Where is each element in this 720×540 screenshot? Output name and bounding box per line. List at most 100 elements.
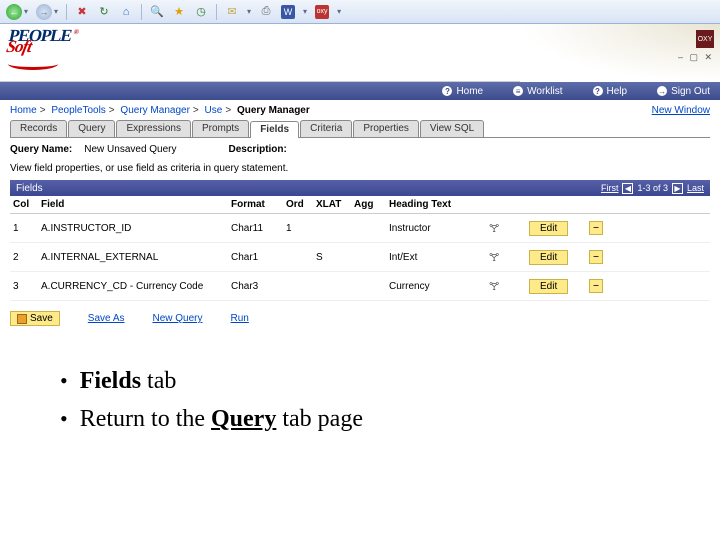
run-link[interactable]: Run	[231, 313, 249, 324]
word-icon[interactable]: W	[281, 5, 295, 19]
bullet-dot-icon	[60, 400, 68, 438]
bullet-dot-icon	[60, 362, 68, 400]
grid-nav-first[interactable]: First	[601, 183, 619, 193]
top-nav: ?Home ≡ Worklist ? Help →Sign Out	[0, 82, 720, 100]
grid-nav-range: 1-3 of 3	[637, 183, 668, 193]
refresh-icon[interactable]: ↻	[97, 5, 111, 19]
tab-prompts[interactable]: Prompts	[192, 120, 249, 137]
col-head-ord: Ord	[283, 199, 313, 210]
edit-button[interactable]: Edit	[529, 250, 568, 265]
grid-nav-last[interactable]: Last	[687, 183, 704, 193]
oxy-badge: OXY	[696, 30, 714, 48]
nav-label: Sign Out	[671, 86, 710, 97]
nav-home[interactable]: ?Home	[442, 86, 483, 97]
action-row: Save Save As New Query Run	[10, 301, 710, 336]
nav-label: Worklist	[527, 86, 562, 97]
help-icon: ?	[593, 86, 603, 96]
grid-nav-next[interactable]: ▶	[672, 183, 683, 194]
registered-icon: ®	[73, 30, 78, 35]
table-row: 1 A.INSTRUCTOR_ID Char11 1 Instructor 🝖 …	[10, 214, 710, 243]
cell-heading: Instructor	[386, 223, 486, 234]
crumb-home[interactable]: Home	[10, 105, 37, 116]
stop-icon[interactable]: ✖	[75, 5, 89, 19]
crumb-querymanager[interactable]: Query Manager	[120, 105, 189, 116]
tab-properties[interactable]: Properties	[353, 120, 419, 137]
search-icon[interactable]: 🔍	[150, 5, 164, 19]
col-head-heading: Heading Text	[386, 199, 486, 210]
branding-header: PEOPLE Soft® OXY – ▢ ✕	[0, 24, 720, 82]
cell-field: A.INSTRUCTOR_ID	[38, 223, 228, 234]
table-row: 3 A.CURRENCY_CD - Currency Code Char3 Cu…	[10, 272, 710, 301]
home-nav-icon: ?	[442, 86, 452, 96]
tab-expressions[interactable]: Expressions	[116, 120, 190, 137]
browser-toolbar: ←▾ →▾ ✖ ↻ ⌂ 🔍 ★ ◷ ✉ ▾ ⎙ W ▾ oxy ▾	[0, 0, 720, 24]
bullet-text: tab page	[276, 406, 363, 432]
criteria-funnel-icon[interactable]: 🝖	[489, 223, 499, 235]
grid-header: Col Field Format Ord XLAT Agg Heading Te…	[10, 196, 710, 214]
nav-signout[interactable]: →Sign Out	[657, 86, 710, 97]
history-icon[interactable]: ◷	[194, 5, 208, 19]
table-row: 2 A.INTERNAL_EXTERNAL Char1 S Int/Ext 🝖 …	[10, 243, 710, 272]
grid-title: Fields	[16, 183, 43, 194]
new-window-link[interactable]: New Window	[652, 105, 710, 116]
remove-row-button[interactable]: –	[589, 250, 603, 264]
logo-swoosh-icon	[8, 58, 58, 70]
cell-format: Char3	[228, 281, 283, 292]
col-head-format: Format	[228, 199, 283, 210]
cell-format: Char11	[228, 223, 283, 234]
bullet-text: tab	[141, 368, 176, 394]
forward-button[interactable]: →▾	[36, 4, 58, 20]
remove-row-button[interactable]: –	[589, 279, 603, 293]
print-icon[interactable]: ⎙	[259, 5, 273, 19]
tab-fields[interactable]: Fields	[250, 121, 299, 138]
instruction-text: View field properties, or use field as c…	[10, 163, 710, 174]
window-controls[interactable]: – ▢ ✕	[678, 52, 714, 63]
description-label: Description:	[229, 144, 287, 155]
arrow-right-icon: →	[36, 4, 52, 20]
remove-row-button[interactable]: –	[589, 221, 603, 235]
nav-help[interactable]: ? Help	[593, 86, 628, 97]
crumb-peopletools[interactable]: PeopleTools	[51, 105, 105, 116]
newquery-link[interactable]: New Query	[153, 313, 203, 324]
bullet-text: Return to the	[80, 406, 211, 432]
save-button[interactable]: Save	[10, 311, 60, 326]
back-button[interactable]: ←▾	[6, 4, 28, 20]
nav-worklist[interactable]: ≡ Worklist	[513, 86, 562, 97]
col-head-col: Col	[10, 199, 38, 210]
mail-icon[interactable]: ✉	[225, 5, 239, 19]
cell-col: 2	[10, 252, 38, 263]
chevron-down-icon: ▾	[337, 7, 341, 16]
tab-records[interactable]: Records	[10, 120, 67, 137]
query-name-label: Query Name:	[10, 144, 72, 155]
cell-heading: Currency	[386, 281, 486, 292]
disk-icon	[17, 314, 27, 324]
grid-nav: First ◀ 1-3 of 3 ▶ Last	[601, 183, 704, 194]
edit-button[interactable]: Edit	[529, 221, 568, 236]
cell-col: 3	[10, 281, 38, 292]
arrow-left-icon: ←	[6, 4, 22, 20]
bullet-item: Fields tab	[60, 362, 690, 400]
oxy-icon[interactable]: oxy	[315, 5, 329, 19]
grid-titlebar: Fields First ◀ 1-3 of 3 ▶ Last	[10, 180, 710, 196]
chevron-down-icon: ▾	[54, 7, 58, 16]
tab-criteria[interactable]: Criteria	[300, 120, 352, 137]
bullet-bold: Query	[211, 406, 276, 432]
saveas-link[interactable]: Save As	[88, 313, 125, 324]
criteria-funnel-icon[interactable]: 🝖	[489, 252, 499, 264]
criteria-funnel-icon[interactable]: 🝖	[489, 281, 499, 293]
favorites-icon[interactable]: ★	[172, 5, 186, 19]
worklist-icon: ≡	[513, 86, 523, 96]
chevron-down-icon: ▾	[303, 7, 307, 16]
crumb-use[interactable]: Use	[205, 105, 223, 116]
cell-xlat: S	[313, 252, 351, 263]
tab-query[interactable]: Query	[68, 120, 115, 137]
edit-button[interactable]: Edit	[529, 279, 568, 294]
cell-ord: 1	[283, 223, 313, 234]
grid-nav-prev[interactable]: ◀	[622, 183, 633, 194]
separator	[66, 4, 67, 20]
breadcrumb-row: Home> PeopleTools> Query Manager> Use> Q…	[0, 100, 720, 120]
cell-field: A.INTERNAL_EXTERNAL	[38, 252, 228, 263]
tab-viewsql[interactable]: View SQL	[420, 120, 484, 137]
home-icon[interactable]: ⌂	[119, 5, 133, 19]
nav-label: Help	[607, 86, 628, 97]
